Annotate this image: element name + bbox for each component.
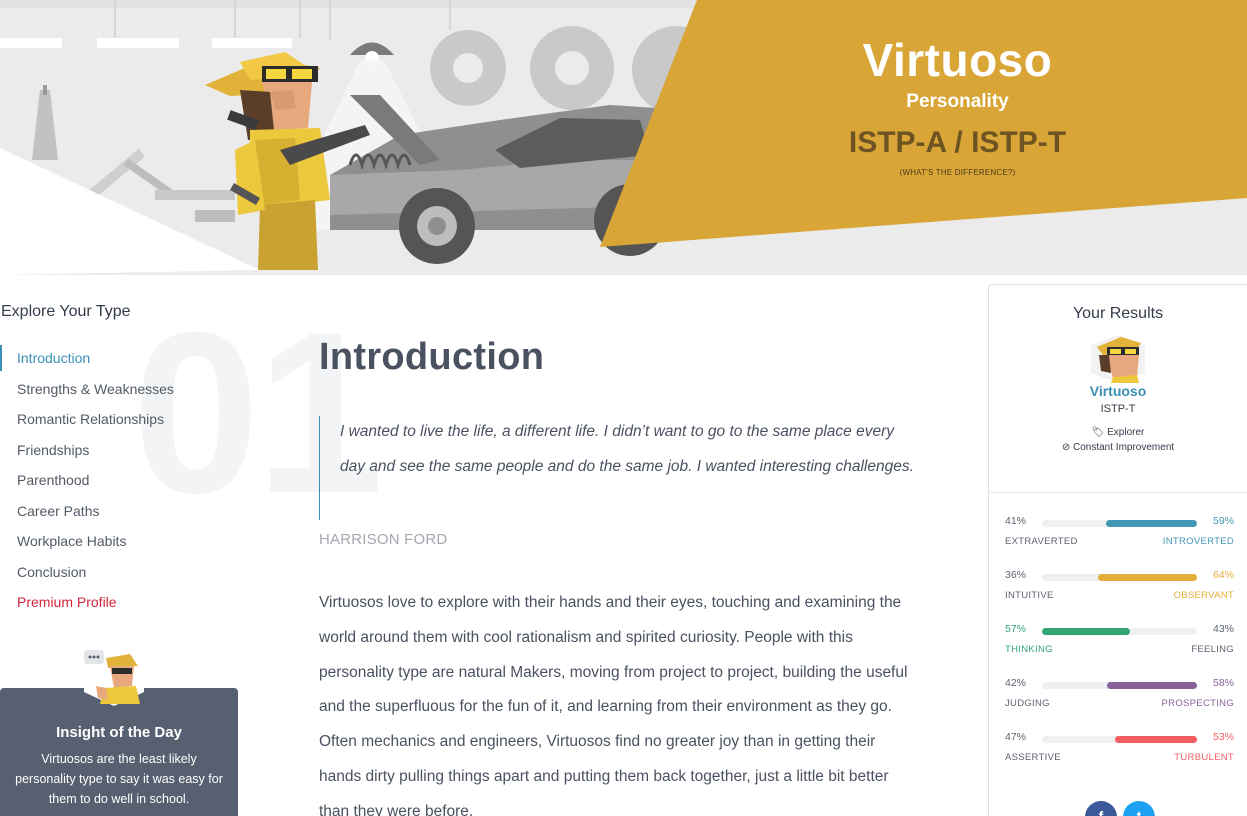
trait-row-nature: 57% 43% THINKING FEELING	[1005, 623, 1234, 663]
hero-banner: Virtuoso Personality ISTP-A / ISTP-T (WH…	[0, 0, 1247, 275]
your-results-panel: Your Results Virtuoso ISTP-T 🏷︎ Explorer…	[988, 284, 1247, 816]
trait-right-pct: 53%	[1212, 731, 1234, 743]
trait-right-label: TURBULENT	[1174, 752, 1234, 763]
section-nav: Introduction Strengths & Weaknesses Roma…	[0, 343, 174, 618]
nav-item-strengths-weaknesses[interactable]: Strengths & Weaknesses	[0, 374, 174, 405]
insight-title: Insight of the Day	[56, 724, 182, 741]
trait-left-label: INTUITIVE	[1005, 590, 1054, 601]
nav-item-conclusion[interactable]: Conclusion	[0, 557, 174, 588]
trait-bar-fill	[1097, 574, 1197, 581]
hero-subtitle: Personality	[906, 91, 1009, 112]
trait-left-pct: 47%	[1005, 731, 1027, 743]
trait-left-label: THINKING	[1005, 644, 1053, 655]
trait-left-pct: 36%	[1005, 569, 1027, 581]
results-role-label: Explorer	[1107, 427, 1145, 438]
intro-paragraph: Virtuosos love to explore with their han…	[319, 594, 908, 816]
nav-item-introduction[interactable]: Introduction	[0, 345, 174, 371]
results-title: Your Results	[1072, 305, 1164, 322]
hero-title-block: Virtuoso Personality ISTP-A / ISTP-T (WH…	[800, 34, 1115, 177]
share-buttons: ft	[1085, 801, 1161, 816]
trait-row-tactics: 42% 58% JUDGING PROSPECTING	[1005, 677, 1234, 717]
nav-item-parenthood[interactable]: Parenthood	[0, 465, 174, 496]
trait-bar-fill	[1042, 628, 1131, 635]
results-type-code: ISTP-T	[1100, 403, 1136, 415]
trait-bar-fill	[1105, 520, 1197, 527]
trait-bar-fill	[1114, 736, 1197, 743]
trait-row-energy: 36% 64% INTUITIVE OBSERVANT	[1005, 569, 1234, 609]
trait-bar-fill	[1107, 682, 1197, 689]
trait-row-identity: 47% 53% ASSERTIVE TURBULENT	[1005, 731, 1234, 771]
trait-bar	[1042, 574, 1197, 581]
trait-left-pct: 41%	[1005, 515, 1027, 527]
trait-left-label: JUDGING	[1005, 698, 1050, 709]
trait-right-label: PROSPECTING	[1161, 698, 1234, 709]
insight-character-icon	[84, 648, 144, 706]
hero-type-name: Virtuoso	[862, 34, 1053, 86]
trait-right-label: FEELING	[1191, 644, 1234, 655]
results-header: Your Results Virtuoso ISTP-T 🏷︎ Explorer…	[989, 285, 1247, 493]
insight-text: Virtuosos are the least likely personali…	[15, 752, 223, 806]
trait-left-pct: 57%	[1005, 623, 1027, 635]
difference-link[interactable]: (WHAT'S THE DIFFERENCE?)	[800, 168, 1115, 177]
hero-type-codes: ISTP-A / ISTP-T	[848, 126, 1067, 159]
compass-icon: ⊘	[1061, 442, 1071, 453]
trait-right-pct: 59%	[1212, 515, 1234, 527]
trait-bar	[1042, 682, 1197, 689]
nav-item-workplace-habits[interactable]: Workplace Habits	[0, 526, 174, 557]
facebook-icon[interactable]: f	[1085, 801, 1117, 816]
virtuoso-avatar-icon[interactable]	[1087, 333, 1149, 385]
trait-bar	[1042, 736, 1197, 743]
nav-item-romantic-relationships[interactable]: Romantic Relationships	[0, 404, 174, 435]
nav-item-premium-profile[interactable]: Premium Profile	[0, 587, 174, 618]
explore-type-heading: Explore Your Type	[1, 303, 131, 320]
results-type-name[interactable]: Virtuoso	[989, 383, 1247, 399]
trait-left-pct: 42%	[1005, 677, 1027, 689]
trait-row-mind: 41% 59% EXTRAVERTED INTROVERTED	[1005, 515, 1234, 555]
tag-icon: 🏷︎	[1091, 427, 1105, 438]
trait-left-label: EXTRAVERTED	[1005, 536, 1078, 547]
results-strategy-label: Constant Improvement	[1073, 442, 1175, 453]
trait-bar	[1042, 628, 1197, 635]
trait-bar	[1042, 520, 1197, 527]
results-role: 🏷︎ Explorer	[989, 427, 1247, 438]
trait-right-pct: 64%	[1212, 569, 1234, 581]
trait-right-label: INTROVERTED	[1162, 536, 1234, 547]
trait-left-label: ASSERTIVE	[1005, 752, 1061, 763]
quote-text: I wanted to live the life, a different l…	[340, 423, 914, 475]
quote-block: I wanted to live the life, a different l…	[319, 416, 919, 520]
quote-author: HARRISON FORD	[319, 531, 448, 548]
trait-right-label: OBSERVANT	[1173, 590, 1234, 601]
results-strategy: ⊘ Constant Improvement	[989, 442, 1247, 453]
section-title: Introduction	[319, 336, 545, 378]
trait-right-pct: 43%	[1212, 623, 1234, 635]
trait-right-pct: 58%	[1212, 677, 1234, 689]
twitter-icon[interactable]: t	[1123, 801, 1155, 816]
nav-item-career-paths[interactable]: Career Paths	[0, 496, 174, 527]
nav-item-friendships[interactable]: Friendships	[0, 435, 174, 466]
